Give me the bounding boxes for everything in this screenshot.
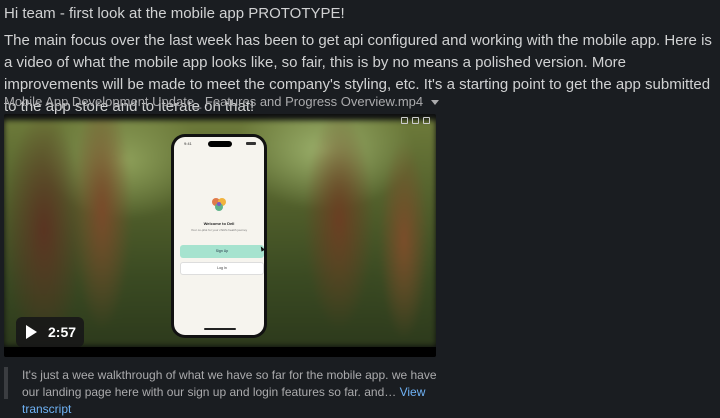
window-controls xyxy=(401,117,430,124)
attachment-filename[interactable]: Mobile App Development Update_ Features … xyxy=(4,93,423,110)
battery-icon xyxy=(246,142,256,145)
transcript-text: It's just a wee walkthrough of what we h… xyxy=(22,368,437,399)
window-control-icon xyxy=(412,117,419,124)
log-in-button: Log In xyxy=(180,262,264,275)
window-control-icon xyxy=(423,117,430,124)
app-logo-icon xyxy=(212,198,226,211)
welcome-tagline: Your co-pilot for your child's health jo… xyxy=(190,228,248,232)
play-button[interactable]: 2:57 xyxy=(16,317,84,347)
video-player[interactable]: 9:41 Welcome to Dell Your co-pilot for y… xyxy=(4,114,436,357)
attachment-header: Mobile App Development Update_ Features … xyxy=(4,93,440,110)
dynamic-island xyxy=(208,141,232,147)
sign-up-button: Sign Up xyxy=(180,245,264,258)
message-greeting: Hi team - first look at the mobile app P… xyxy=(4,5,345,22)
status-time: 9:41 xyxy=(184,141,192,146)
phone-screen: 9:41 Welcome to Dell Your co-pilot for y… xyxy=(174,137,264,335)
video-duration: 2:57 xyxy=(48,324,77,340)
caret-down-icon[interactable] xyxy=(431,100,440,105)
window-control-icon xyxy=(401,117,408,124)
phone-mockup: 9:41 Welcome to Dell Your co-pilot for y… xyxy=(171,134,267,338)
video-bottom-bar xyxy=(4,347,436,357)
play-icon xyxy=(26,325,37,339)
welcome-title: Welcome to Dell xyxy=(203,221,235,226)
transcript-preview: It's just a wee walkthrough of what we h… xyxy=(4,367,444,416)
home-indicator xyxy=(204,328,236,330)
video-window-bar xyxy=(4,114,436,126)
